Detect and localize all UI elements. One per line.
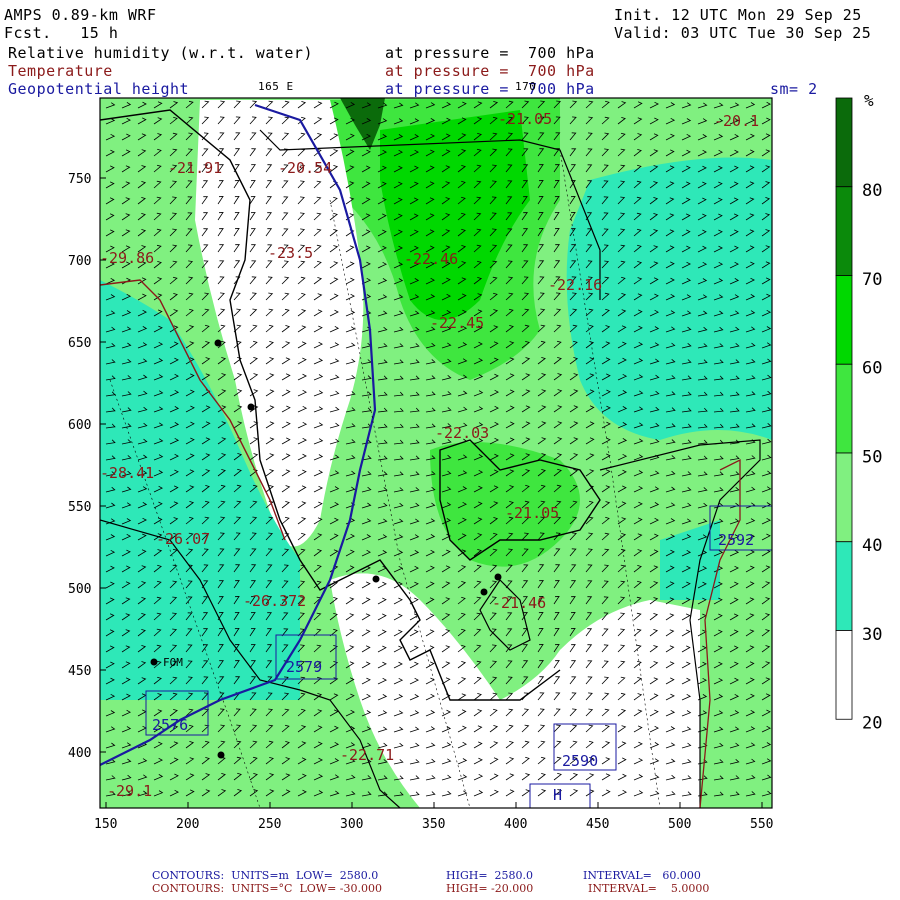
temp-label: -23.5	[268, 244, 313, 262]
temp-label: -21.05	[498, 110, 552, 128]
y-tick-label: 700	[68, 254, 91, 269]
footer-height-high: HIGH= 2580.0	[446, 869, 534, 882]
temp-label: -29.1	[107, 782, 152, 800]
x-tick-label: 150	[94, 817, 117, 832]
colorbar-label: 20	[862, 714, 882, 734]
x-tick-label: 450	[586, 817, 609, 832]
colorbar-label: 70	[862, 270, 882, 290]
x-tick-label: 200	[176, 817, 199, 832]
temp-label: -28.41	[100, 464, 154, 482]
colorbar-segment	[835, 630, 853, 720]
footer-temp-high: HIGH= -20.000	[446, 882, 534, 895]
height-box-label: H	[553, 786, 562, 804]
height-box-label: 2592	[718, 531, 754, 549]
station-dot	[494, 573, 502, 581]
colorbar-label: 30	[862, 625, 882, 645]
y-tick-label: 750	[68, 172, 91, 187]
x-tick-label: 550	[750, 817, 773, 832]
footer-temp-interval: INTERVAL= 5.0000	[588, 882, 710, 895]
y-tick-label: 500	[68, 582, 91, 597]
station-fom-label: FOM	[163, 656, 183, 669]
temp-label: -22.45	[430, 314, 484, 332]
y-tick-label: 400	[68, 746, 91, 761]
temp-label: -21.46	[492, 594, 546, 612]
y-tick-label: 450	[68, 664, 91, 679]
y-tick-label: 600	[68, 418, 91, 433]
temp-label: -22.03	[435, 424, 489, 442]
temp-label: -20.54	[278, 159, 332, 177]
temp-label: -20.1	[714, 112, 759, 130]
x-tick-label: 300	[340, 817, 363, 832]
temp-label: -22.46	[404, 250, 458, 268]
colorbar-label: 50	[862, 447, 882, 467]
x-tick-label: 250	[258, 817, 281, 832]
colorbar-segment	[835, 97, 853, 188]
height-box-label: 2590	[562, 752, 598, 770]
footer-temp-contours: CONTOURS: UNITS=°C LOW= -30.000	[152, 882, 382, 895]
colorbar-unit: %	[864, 91, 874, 110]
map-figure: FOM -21.91 -20.54 -21.05 -20.1 -23.5 -22…	[68, 91, 882, 832]
height-box-label: 2576	[152, 716, 188, 734]
station-dot	[217, 751, 225, 759]
station-dot	[150, 658, 158, 666]
temp-label: -29.86	[100, 249, 154, 267]
y-tick-label: 550	[68, 500, 91, 515]
colorbar-label: 40	[862, 536, 882, 556]
x-tick-label: 500	[668, 817, 691, 832]
temp-label: -21.05	[505, 504, 559, 522]
x-tick-label: 350	[422, 817, 445, 832]
humidity-field	[100, 98, 772, 808]
colorbar-segment	[835, 452, 853, 543]
y-tick-label: 650	[68, 336, 91, 351]
temp-label: -26.07	[156, 530, 210, 548]
temp-label: -21.91	[168, 159, 222, 177]
station-dot	[214, 339, 222, 347]
station-dot	[247, 403, 255, 411]
station-dot	[372, 575, 380, 583]
station-dot	[480, 588, 488, 596]
x-tick-label: 400	[504, 817, 527, 832]
colorbar: % 80 70 60 50 40 30 20	[835, 91, 882, 734]
colorbar-segment	[835, 186, 853, 276]
colorbar-segment	[835, 275, 853, 365]
colorbar-label: 60	[862, 359, 882, 379]
colorbar-segment	[835, 363, 853, 454]
colorbar-segment	[835, 541, 853, 631]
height-box-label: 2579	[286, 658, 322, 676]
footer-height-interval: INTERVAL= 60.000	[583, 869, 701, 882]
temp-label: -22.71	[340, 746, 394, 764]
temp-label: -22.16	[548, 276, 602, 294]
footer-height-contours: CONTOURS: UNITS=m LOW= 2580.0	[152, 869, 379, 882]
temp-label: -26.372	[243, 592, 306, 610]
colorbar-label: 80	[862, 181, 882, 201]
